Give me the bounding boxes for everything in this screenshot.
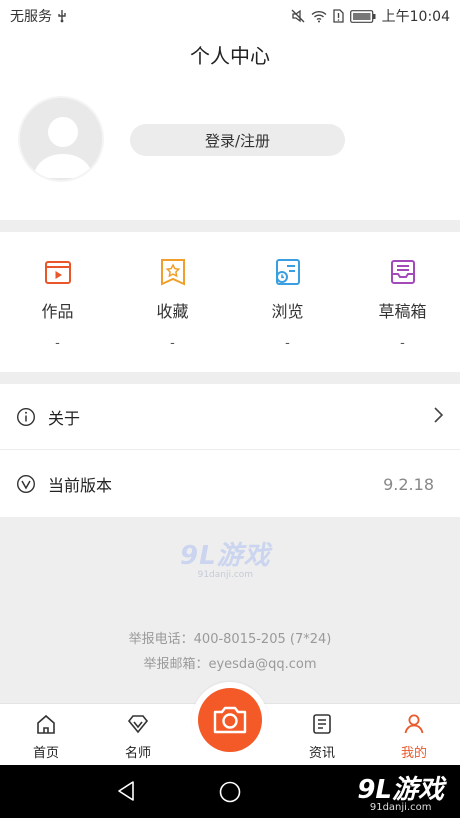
login-register-button[interactable]: 登录/注册 — [130, 124, 345, 156]
version-icon — [16, 474, 36, 494]
page-title: 个人中心 — [190, 44, 270, 68]
avatar[interactable] — [18, 96, 104, 182]
version-row: 当前版本 9.2.18 — [0, 451, 460, 517]
usb-icon — [56, 9, 68, 23]
stat-works[interactable]: 作品 - — [0, 232, 115, 372]
watermark-text: 9L游戏 — [357, 775, 444, 805]
tab-mine[interactable]: 我的 — [368, 704, 460, 766]
stat-drafts[interactable]: 草稿箱 - — [345, 232, 460, 372]
stat-label: 浏览 — [271, 302, 304, 321]
wifi-icon — [311, 10, 327, 23]
user-icon — [402, 712, 426, 736]
report-email: 举报邮箱：eyesda@qq.com — [143, 657, 317, 672]
default-avatar-icon — [33, 117, 93, 178]
tab-label: 首页 — [32, 746, 59, 761]
stat-count: - — [55, 336, 60, 351]
stat-favorites[interactable]: 收藏 - — [115, 232, 230, 372]
stat-count: - — [400, 336, 405, 351]
tab-teacher[interactable]: 名师 — [92, 704, 184, 766]
stat-label: 草稿箱 — [378, 302, 427, 321]
stat-label: 收藏 — [156, 302, 189, 321]
tab-label: 我的 — [400, 746, 427, 761]
drafts-tray-icon — [387, 256, 419, 288]
back-icon[interactable] — [114, 779, 138, 807]
battery-icon — [349, 9, 376, 23]
tab-news[interactable]: 资讯 — [276, 704, 368, 766]
news-icon — [310, 712, 334, 736]
camera-button[interactable] — [198, 688, 262, 752]
camera-button-ring — [192, 682, 268, 758]
stats-grid: 作品 - 收藏 - 浏览 - 草稿箱 - — [0, 232, 460, 372]
clock-text: 上午10:04 — [381, 9, 450, 25]
footer-area: 9L游戏 91danji.com 举报电话：400-8015-205 (7*24… — [0, 517, 460, 703]
tab-label: 名师 — [124, 746, 151, 761]
tab-home[interactable]: 首页 — [0, 704, 92, 766]
report-phone: 举报电话：400-8015-205 (7*24) — [128, 632, 332, 647]
tab-label: 资讯 — [308, 746, 335, 761]
video-icon — [42, 256, 74, 288]
nav-watermark: 9L游戏 91danji.com — [357, 769, 444, 813]
stat-history[interactable]: 浏览 - — [230, 232, 345, 372]
stat-count: - — [170, 336, 175, 351]
watermark-logo: 9L游戏 91danji.com — [180, 535, 271, 580]
sim-alert-icon — [332, 9, 344, 23]
stat-label: 作品 — [41, 302, 74, 321]
watermark-subtext: 91danji.com — [197, 570, 254, 580]
status-bar: 无服务 上午10:04 — [0, 0, 460, 32]
status-right: 上午10:04 — [291, 6, 450, 26]
mute-icon — [291, 9, 305, 23]
home-circle-icon[interactable] — [218, 780, 242, 808]
version-value: 9.2.18 — [383, 474, 434, 494]
chevron-right-icon — [432, 406, 444, 428]
system-nav-bar: 9L游戏 91danji.com — [0, 765, 460, 818]
info-icon — [16, 407, 36, 427]
about-row[interactable]: 关于 — [0, 384, 460, 450]
camera-icon — [213, 706, 247, 734]
carrier-text: 无服务 — [10, 9, 52, 25]
status-left: 无服务 — [10, 6, 68, 26]
version-label: 当前版本 — [48, 476, 113, 495]
home-icon — [34, 712, 58, 736]
watermark-text: 9L游戏 — [180, 541, 271, 571]
profile-section: 登录/注册 — [0, 96, 460, 188]
about-label: 关于 — [48, 408, 81, 428]
history-icon — [272, 256, 304, 288]
stat-count: - — [285, 336, 290, 351]
section-divider — [0, 372, 460, 384]
watermark-subtext: 91danji.com — [369, 802, 432, 813]
diamond-v-icon — [126, 712, 150, 736]
bookmark-star-icon — [157, 256, 189, 288]
section-divider — [0, 220, 460, 232]
